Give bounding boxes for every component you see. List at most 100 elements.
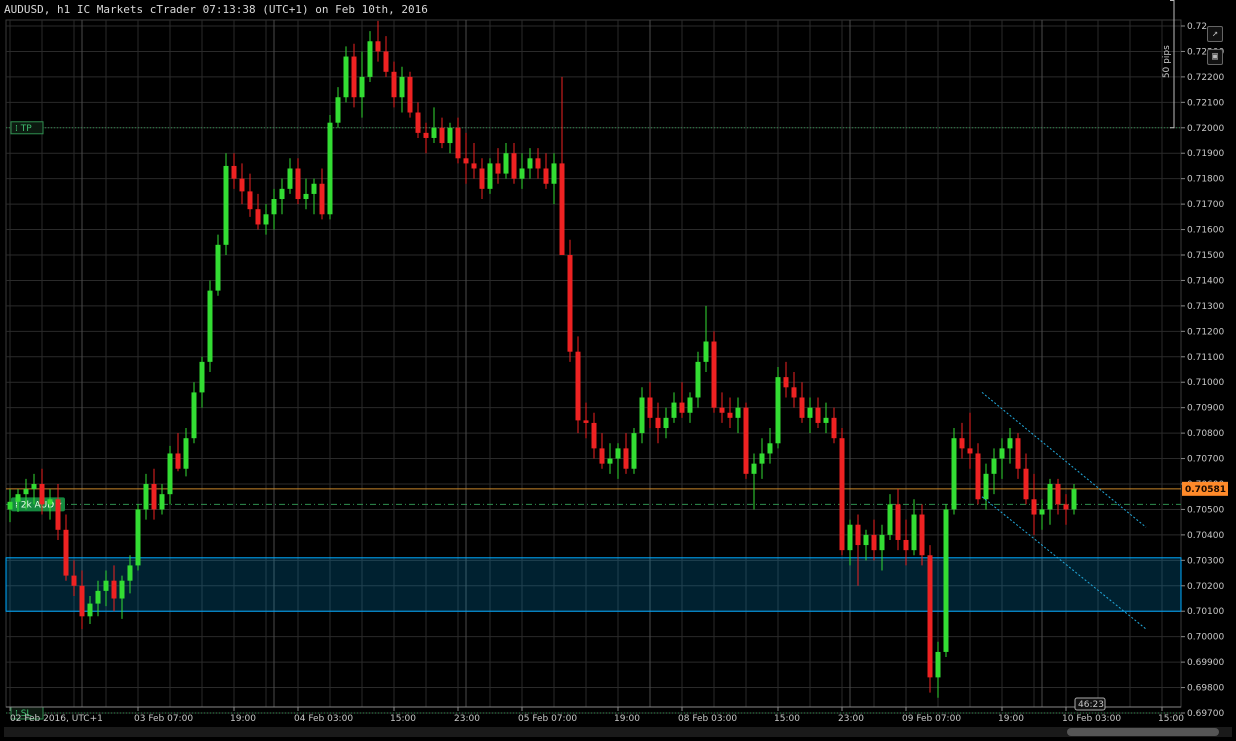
scrollbar-thumb[interactable]	[1067, 728, 1219, 736]
candle-body	[471, 163, 477, 169]
candle-body	[783, 377, 789, 388]
candle-body	[495, 163, 501, 174]
candle-body	[151, 484, 157, 510]
candle-body	[911, 514, 917, 551]
candle-body	[575, 351, 581, 421]
candle-body	[103, 580, 109, 591]
time-tick-label: 10 Feb 03:00	[1062, 714, 1121, 724]
candle-body	[711, 341, 717, 408]
time-tick-label: 23:00	[838, 714, 864, 724]
candle-body	[903, 539, 909, 551]
candle-body	[263, 214, 269, 225]
candle-body	[519, 168, 525, 179]
time-tick-label: 05 Feb 07:00	[518, 714, 577, 724]
candle-body	[967, 448, 973, 454]
price-tick-label: 0.70000	[1187, 633, 1224, 643]
price-tick-label: 0.70400	[1187, 531, 1224, 541]
candle-body	[183, 438, 189, 469]
candle-body	[231, 165, 237, 179]
time-tick-label: 09 Feb 07:00	[902, 714, 961, 724]
candle-body	[583, 420, 589, 423]
candle-body	[447, 127, 453, 144]
candle-body	[143, 484, 149, 510]
time-tick-label: 08 Feb 03:00	[678, 714, 737, 724]
candle-body	[95, 590, 101, 604]
price-tick-label: 0.71500	[1187, 251, 1224, 261]
candle-body	[535, 158, 541, 169]
candle-body	[671, 402, 677, 418]
price-tick-label: 0.70500	[1187, 505, 1224, 515]
candle-body	[999, 448, 1005, 459]
candle-body	[255, 209, 261, 225]
bar-countdown-label: 46:23	[1078, 700, 1104, 710]
candle-body	[927, 555, 933, 678]
candle-body	[79, 585, 85, 617]
candle-body	[615, 448, 621, 459]
candle-body	[415, 112, 421, 133]
candle-body	[719, 407, 725, 413]
candle-body	[47, 499, 53, 505]
price-tick-label: 0.69900	[1187, 658, 1224, 668]
candle-body	[623, 448, 629, 469]
candle-body	[271, 199, 277, 215]
candle-body	[863, 534, 869, 546]
candle-body	[391, 71, 397, 98]
candle-body	[823, 417, 829, 423]
candle-body	[423, 132, 429, 138]
position-label: ⁞ 2k AUD ▾	[15, 500, 62, 510]
price-tick-label: 0.70700	[1187, 455, 1224, 465]
candle-body	[663, 417, 669, 429]
candle-body	[759, 453, 765, 464]
candle-body	[367, 41, 373, 77]
candle-body	[887, 504, 893, 535]
support-zone	[5, 557, 1182, 612]
candle-body	[111, 580, 117, 599]
candle-body	[559, 163, 565, 255]
candle-body	[807, 407, 813, 418]
price-tick-label: 0.71400	[1187, 276, 1224, 286]
candle-body	[695, 361, 701, 398]
candle-body	[7, 501, 13, 510]
time-tick-label: 03 Feb 07:00	[134, 714, 193, 724]
candle-body	[311, 183, 317, 194]
candle-body	[839, 438, 845, 551]
price-tick-label: 0.70300	[1187, 556, 1224, 566]
candle-body	[1007, 438, 1013, 449]
candle-body	[647, 397, 653, 418]
candle-body	[503, 153, 509, 174]
price-tick-label: 0.71900	[1187, 149, 1224, 159]
candle-body	[1039, 509, 1045, 515]
candle-body	[167, 453, 173, 495]
candle-body	[335, 97, 341, 123]
candle-body	[775, 377, 781, 444]
price-chart[interactable]: ⁞ TP⁞ SL⁞ 2k AUD ▾0.720.723000.722000.72…	[0, 0, 1236, 741]
candle-body	[55, 499, 61, 530]
price-tick-label: 0.72000	[1187, 124, 1224, 134]
candle-body	[511, 153, 517, 179]
candle-body	[679, 402, 685, 413]
candle-body	[383, 51, 389, 72]
candle-body	[135, 509, 141, 566]
time-tick-label: 19:00	[230, 714, 256, 724]
candle-body	[743, 407, 749, 474]
horizontal-scrollbar[interactable]	[4, 727, 1232, 737]
candle-body	[847, 524, 853, 551]
candle-body	[855, 524, 861, 546]
candle-body	[279, 188, 285, 200]
camera-icon[interactable]: ▣	[1207, 49, 1223, 65]
candle-body	[343, 56, 349, 98]
price-tick-label: 0.70100	[1187, 607, 1224, 617]
candle-body	[631, 433, 637, 469]
candle-body	[247, 191, 253, 210]
candle-body	[191, 392, 197, 439]
candle-body	[223, 165, 229, 245]
price-tick-label: 0.71300	[1187, 302, 1224, 312]
time-tick-label: 23:00	[454, 714, 480, 724]
candle-body	[199, 361, 205, 393]
candle-body	[959, 438, 965, 449]
candle-body	[479, 168, 485, 189]
candle-body	[1071, 489, 1077, 510]
candle-body	[703, 341, 709, 362]
candle-body	[527, 158, 533, 169]
external-link-icon[interactable]: ↗	[1207, 26, 1223, 42]
